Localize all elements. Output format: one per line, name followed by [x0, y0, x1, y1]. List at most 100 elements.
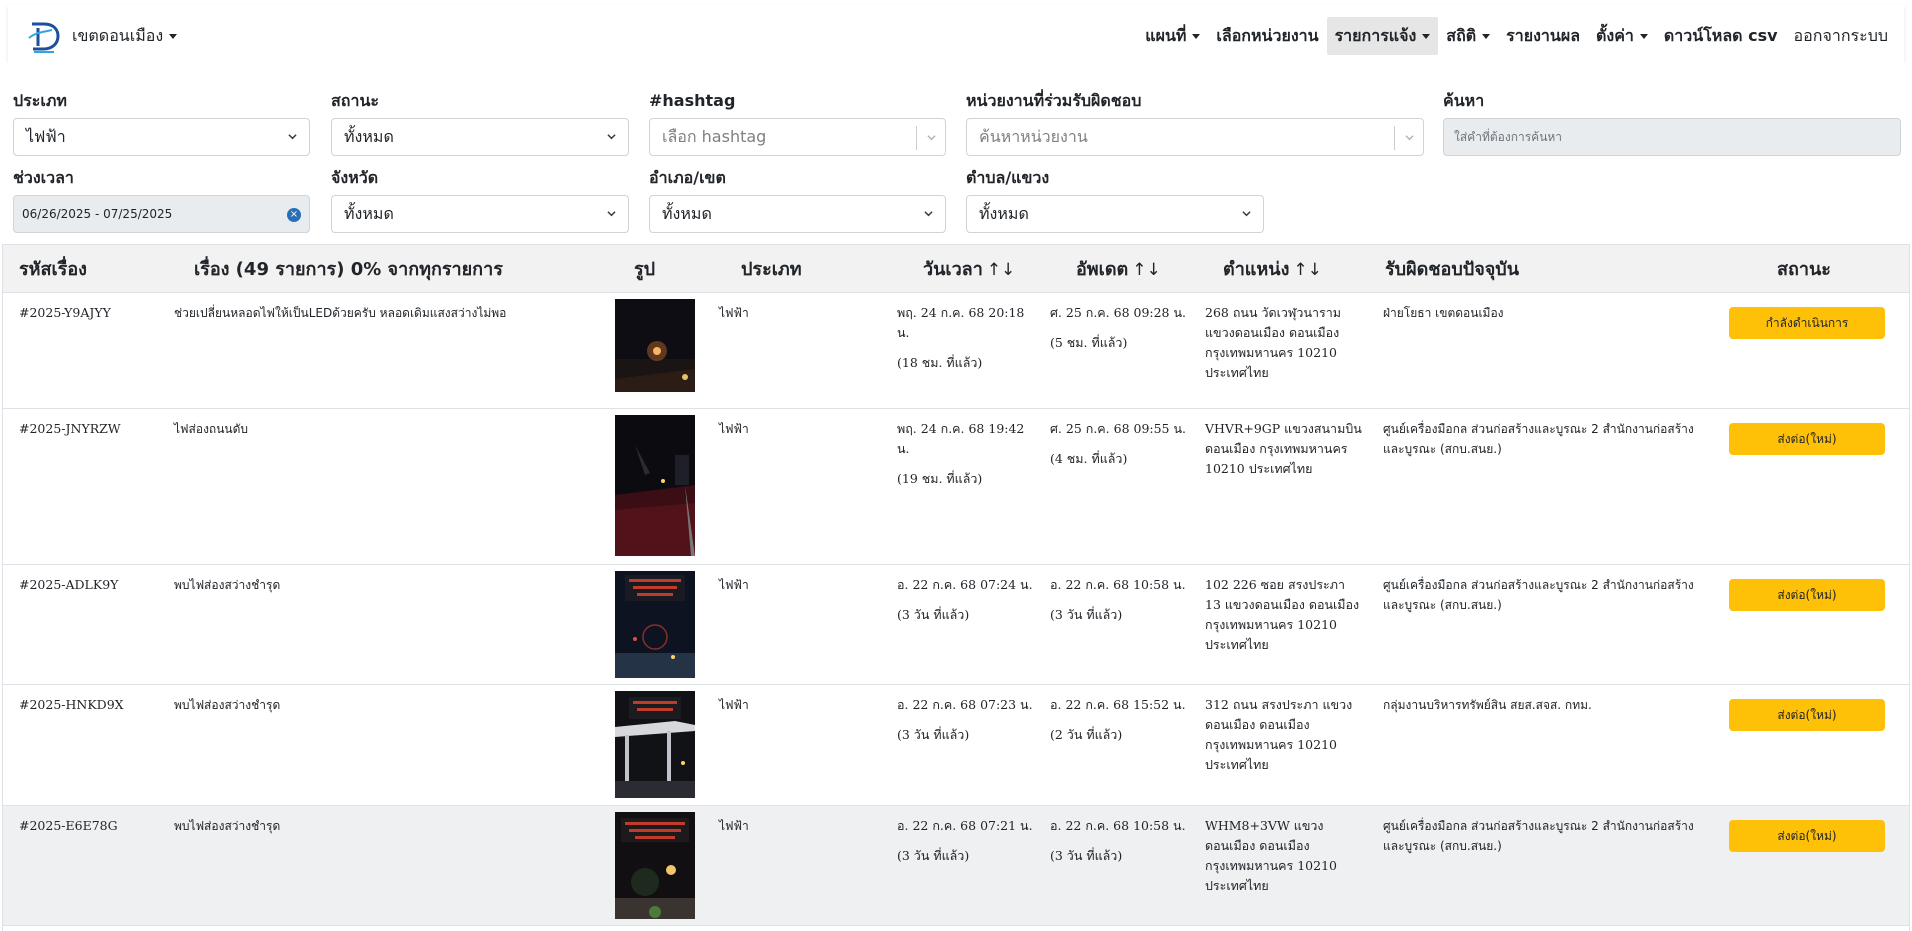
- report-thumbnail[interactable]: [614, 812, 695, 919]
- agency-select[interactable]: ค้นหาหน่วยงาน: [966, 118, 1424, 156]
- bus-shelter-image: [614, 691, 695, 798]
- report-title[interactable]: ไฟส่องถนนดับ: [166, 408, 604, 565]
- report-id[interactable]: #2025-JNYRZW: [3, 408, 166, 565]
- report-id[interactable]: #2025-ADLK9Y: [3, 564, 166, 685]
- nav-settings-label: ตั้งค่า: [1596, 25, 1634, 45]
- col-header-updated-label: อัพเดต: [1076, 259, 1129, 280]
- caret-down-icon: [1192, 33, 1201, 39]
- col-header-responsible: รับผิดชอบปัจจุบัน: [1373, 244, 1715, 293]
- col-header-title: เรื่อง (49 รายการ) 0% จากทุกรายการ: [166, 244, 604, 293]
- status-select[interactable]: ทั้งหมด: [331, 118, 629, 156]
- brand-logo-icon: [28, 22, 60, 53]
- nav-statistics-label: สถิติ: [1446, 25, 1477, 45]
- province-filter: จังหวัด ทั้งหมด: [331, 166, 629, 233]
- report-responsible: กลุ่มงานบริหารทรัพย์สิน สยส.สจส. กทม.: [1373, 684, 1715, 806]
- status-button[interactable]: ส่งต่อ(ใหม่): [1729, 579, 1885, 611]
- hashtag-filter-label: #hashtag: [649, 91, 736, 110]
- district-filter: อำเภอ/เขต ทั้งหมด: [649, 166, 946, 233]
- status-filter: สถานะ ทั้งหมด: [331, 89, 629, 156]
- night-street-lamp-image: [614, 299, 695, 392]
- province-select[interactable]: ทั้งหมด: [331, 195, 629, 233]
- dark-road-image: [614, 415, 695, 556]
- col-header-location[interactable]: ตำแหน่ง ↑↓: [1193, 244, 1373, 293]
- report-title[interactable]: พบไฟส่องสว่างชำรุด: [166, 805, 604, 926]
- subdistrict-select[interactable]: ทั้งหมด: [966, 195, 1264, 233]
- report-id[interactable]: #2025-E6E78G: [3, 805, 166, 926]
- nav-download-csv[interactable]: ดาวน์โหลด csv: [1656, 17, 1786, 55]
- report-time: อ. 22 ก.ค. 68 07:24 น.: [897, 577, 1033, 592]
- nav-report-list-label: รายการแจ้ง: [1334, 25, 1417, 45]
- report-time-relative: (3 วัน ที่แล้ว): [897, 607, 970, 622]
- agency-filter-label: หน่วยงานที่ร่วมรับผิดชอบ: [966, 91, 1142, 110]
- table-row[interactable]: #2025-HNKD9X พบไฟส่องสว่างชำรุด ไฟฟ้า อ.…: [3, 684, 1909, 806]
- report-time-relative: (3 วัน ที่แล้ว): [897, 848, 970, 863]
- type-select-value: ไฟฟ้า: [26, 126, 66, 146]
- report-thumbnail[interactable]: [614, 691, 695, 798]
- table-header-row: รหัสเรื่อง เรื่อง (49 รายการ) 0% จากทุกร…: [3, 244, 1909, 293]
- search-input-placeholder: ใส่คำที่ต้องการค้นหา: [1454, 129, 1563, 144]
- report-type: ไฟฟ้า: [705, 564, 887, 685]
- report-type: ไฟฟ้า: [705, 292, 887, 409]
- chevron-down-icon: [607, 211, 616, 217]
- report-type: ไฟฟ้า: [705, 805, 887, 926]
- sort-icon[interactable]: ↑↓: [987, 260, 1016, 280]
- hashtag-select[interactable]: เลือก hashtag: [649, 118, 946, 156]
- col-header-updated[interactable]: อัพเดต ↑↓: [1040, 244, 1193, 293]
- col-header-title-label: เรื่อง (49 รายการ) 0% จากทุกรายการ: [194, 259, 503, 280]
- province-select-value: ทั้งหมด: [344, 203, 394, 223]
- report-time: พฤ. 24 ก.ค. 68 19:42 น.: [897, 421, 1025, 456]
- reports-table: รหัสเรื่อง เรื่อง (49 รายการ) 0% จากทุกร…: [3, 244, 1909, 926]
- sort-icon[interactable]: ↑↓: [1293, 260, 1322, 280]
- nav-select-agency-label: เลือกหน่วยงาน: [1216, 25, 1319, 45]
- report-time-relative: (18 ชม. ที่แล้ว): [897, 355, 983, 370]
- table-row[interactable]: #2025-E6E78G พบไฟส่องสว่างชำรุด ไฟฟ้า อ.…: [3, 805, 1909, 926]
- report-responsible: ศูนย์เครื่องมือกล ส่วนก่อสร้างและบูรณะ 2…: [1373, 564, 1715, 685]
- table-row[interactable]: #2025-JNYRZW ไฟส่องถนนดับ ไฟฟ้า พฤ. 24 ก…: [3, 408, 1909, 565]
- district-select[interactable]: ทั้งหมด: [649, 195, 946, 233]
- table-row[interactable]: #2025-ADLK9Y พบไฟส่องสว่างชำรุด ไฟฟ้า อ.…: [3, 564, 1909, 685]
- chevron-down-icon: [927, 135, 936, 141]
- chevron-down-icon: [288, 134, 297, 140]
- report-time: พฤ. 24 ก.ค. 68 20:18 น.: [897, 305, 1025, 340]
- nav-reports[interactable]: รายงานผล: [1498, 17, 1588, 55]
- district-select-value: ทั้งหมด: [662, 203, 712, 223]
- type-select[interactable]: ไฟฟ้า: [13, 118, 310, 156]
- status-button[interactable]: ส่งต่อ(ใหม่): [1729, 699, 1885, 731]
- nav-map[interactable]: แผนที่: [1137, 17, 1208, 55]
- clear-icon[interactable]: ×: [287, 208, 301, 222]
- report-thumbnail[interactable]: [614, 299, 695, 392]
- nav-statistics[interactable]: สถิติ: [1438, 17, 1498, 55]
- report-thumbnail[interactable]: [614, 571, 695, 678]
- subdistrict-filter-label: ตำบล/แขวง: [966, 168, 1050, 187]
- status-button[interactable]: ส่งต่อ(ใหม่): [1729, 820, 1885, 852]
- col-header-status-label: สถานะ: [1777, 259, 1831, 280]
- status-button[interactable]: ส่งต่อ(ใหม่): [1729, 423, 1885, 455]
- hashtag-select-placeholder: เลือก hashtag: [662, 126, 767, 146]
- report-id[interactable]: #2025-HNKD9X: [3, 684, 166, 806]
- report-title[interactable]: พบไฟส่องสว่างชำรุด: [166, 564, 604, 685]
- col-header-image-label: รูป: [634, 259, 656, 280]
- status-button[interactable]: กำลังดำเนินการ: [1729, 307, 1885, 339]
- report-responsible: ศูนย์เครื่องมือกล ส่วนก่อสร้างและบูรณะ 2…: [1373, 408, 1715, 565]
- caret-down-icon: [1639, 33, 1648, 39]
- nav-select-agency[interactable]: เลือกหน่วยงาน: [1208, 17, 1326, 55]
- table-row[interactable]: #2025-Y9AJYY ช่วยเปลี่ยนหลอดไฟให้เป็นLED…: [3, 292, 1909, 409]
- report-thumbnail[interactable]: [614, 415, 695, 556]
- sort-icon[interactable]: ↑↓: [1132, 260, 1161, 280]
- nav-settings[interactable]: ตั้งค่า: [1588, 17, 1656, 55]
- report-updated: อ. 22 ก.ค. 68 10:58 น.: [1050, 818, 1186, 833]
- nav-logout[interactable]: ออกจากระบบ: [1786, 17, 1896, 55]
- nav-map-label: แผนที่: [1145, 25, 1187, 45]
- nav-report-list[interactable]: รายการแจ้ง: [1326, 17, 1439, 55]
- brand-dropdown[interactable]: เขตดอนเมือง: [26, 18, 178, 54]
- province-filter-label: จังหวัด: [331, 168, 379, 187]
- report-id[interactable]: #2025-Y9AJYY: [3, 292, 166, 409]
- report-location: WHM8+3VW แขวงดอนเมือง ดอนเมือง กรุงเทพมห…: [1193, 805, 1373, 926]
- report-responsible: ฝ่ายโยธา เขตดอนเมือง: [1373, 292, 1715, 409]
- report-title[interactable]: ช่วยเปลี่ยนหลอดไฟให้เป็นLEDด้วยครับ หลอด…: [166, 292, 604, 409]
- search-input[interactable]: ใส่คำที่ต้องการค้นหา: [1443, 118, 1901, 156]
- date-range-input[interactable]: 06/26/2025 - 07/25/2025 ×: [13, 195, 310, 233]
- chevron-down-icon: [607, 134, 616, 140]
- col-header-time[interactable]: วันเวลา ↑↓: [887, 244, 1040, 293]
- report-title[interactable]: พบไฟส่องสว่างชำรุด: [166, 684, 604, 806]
